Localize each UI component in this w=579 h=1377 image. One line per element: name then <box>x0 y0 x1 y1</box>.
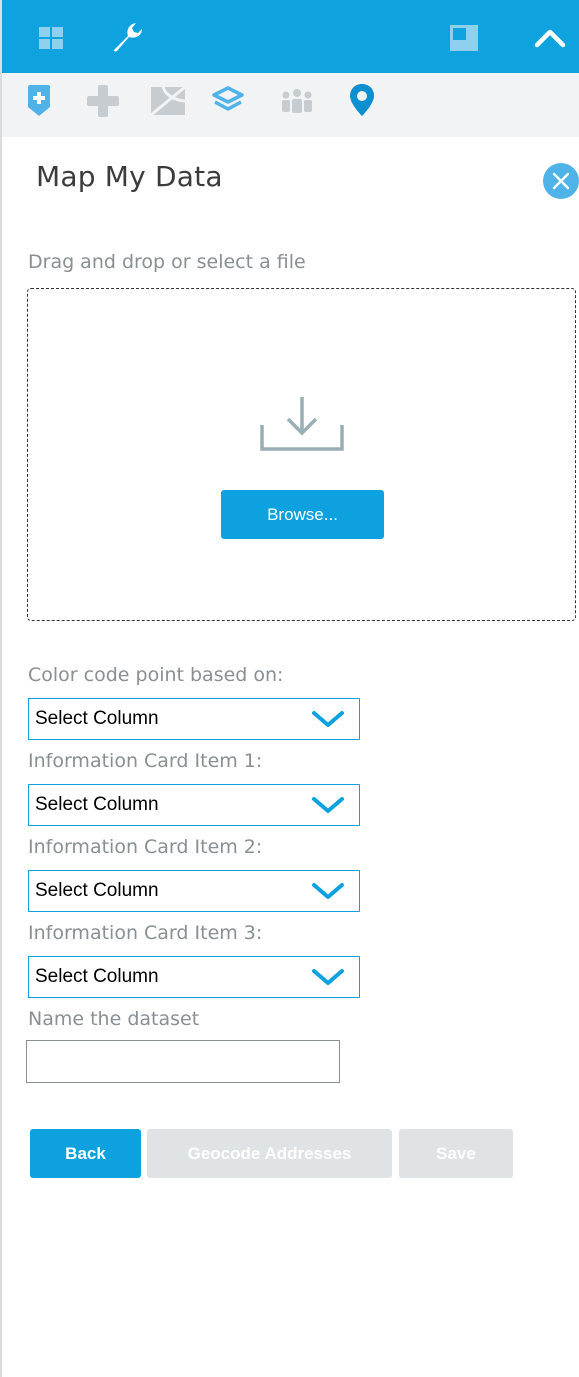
tool-icon-row <box>2 73 579 137</box>
info-card-item-2-select[interactable]: Select Column <box>28 870 360 912</box>
color-code-label: Color code point based on: <box>28 664 284 686</box>
wrench-icon[interactable] <box>110 20 144 59</box>
color-code-select[interactable]: Select Column <box>28 698 360 740</box>
chevron-down-icon <box>312 711 344 727</box>
chevron-up-icon[interactable] <box>534 28 566 53</box>
select-value: Select Column <box>35 966 159 987</box>
select-value: Select Column <box>35 794 159 815</box>
info-card-item-2-label: Information Card Item 2: <box>28 836 263 858</box>
close-icon <box>552 172 570 190</box>
select-value: Select Column <box>35 880 159 901</box>
map-icon[interactable] <box>150 85 187 122</box>
info-card-item-1-label: Information Card Item 1: <box>28 750 263 772</box>
geocode-addresses-button[interactable]: Geocode Addresses <box>147 1129 392 1178</box>
chevron-down-icon <box>312 969 344 985</box>
info-card-item-3-label: Information Card Item 3: <box>28 922 263 944</box>
select-value: Select Column <box>35 708 159 729</box>
location-pin-icon[interactable] <box>349 83 375 122</box>
chevron-down-icon <box>312 883 344 899</box>
chevron-down-icon <box>312 797 344 813</box>
map-my-data-panel: Map My Data Drag and drop or select a fi… <box>0 0 579 1377</box>
info-card-item-3-select[interactable]: Select Column <box>28 956 360 998</box>
close-button[interactable] <box>543 163 579 199</box>
layers-icon[interactable] <box>212 86 244 121</box>
window-icon[interactable] <box>450 25 478 56</box>
plus-icon[interactable] <box>87 85 119 122</box>
info-card-item-1-select[interactable]: Select Column <box>28 784 360 826</box>
top-toolbar <box>2 0 579 73</box>
save-button[interactable]: Save <box>399 1129 513 1178</box>
grid-icon[interactable] <box>38 26 64 55</box>
dataset-name-input[interactable] <box>26 1040 340 1083</box>
upload-label: Drag and drop or select a file <box>28 251 306 273</box>
browse-button[interactable]: Browse... <box>221 490 384 539</box>
shield-plus-icon[interactable] <box>27 85 51 122</box>
dataset-name-label: Name the dataset <box>28 1008 200 1030</box>
download-icon <box>259 397 345 458</box>
back-button[interactable]: Back <box>30 1129 141 1178</box>
page-title: Map My Data <box>36 160 223 193</box>
people-icon[interactable] <box>280 88 314 119</box>
file-dropzone[interactable]: Browse... <box>27 288 576 621</box>
